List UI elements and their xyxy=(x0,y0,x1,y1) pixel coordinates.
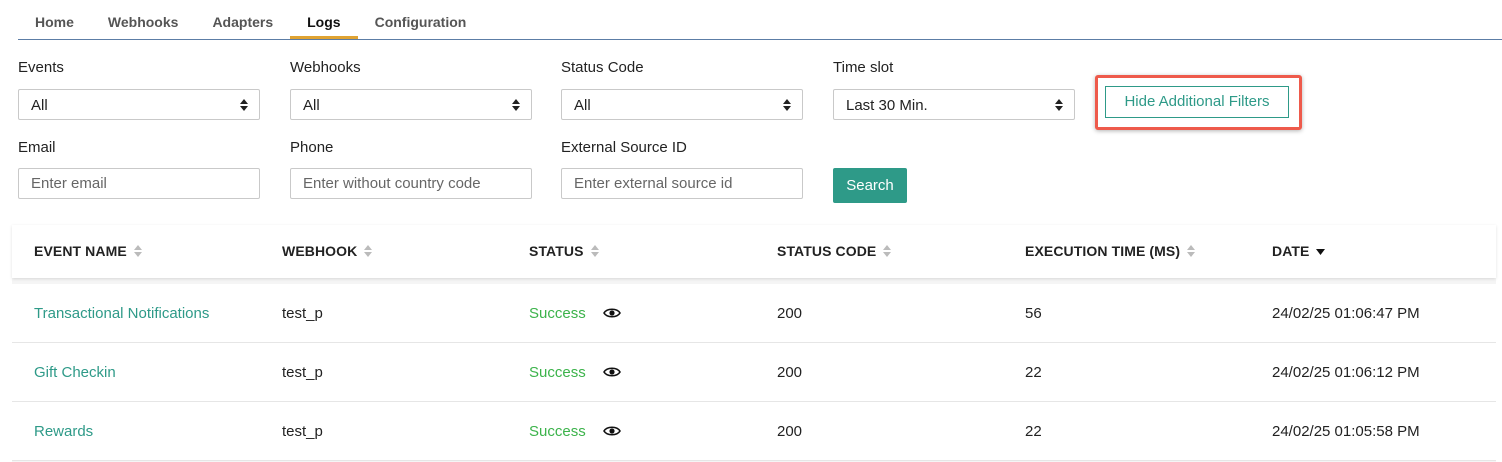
time-slot-select-value: Last 30 Min. xyxy=(846,97,928,114)
logs-table: EVENT NAME WEBHOOK STATUS STATUS CODE EX… xyxy=(12,225,1496,461)
eye-icon[interactable] xyxy=(602,425,621,437)
events-select-value: All xyxy=(31,97,48,114)
execution-time-cell: 22 xyxy=(1025,364,1042,381)
select-arrows-icon xyxy=(783,99,791,111)
execution-time-cell: 56 xyxy=(1025,305,1042,322)
date-cell: 24/02/25 01:06:12 PM xyxy=(1272,364,1420,381)
status-code-select[interactable]: All xyxy=(561,89,803,120)
column-header-webhook[interactable]: WEBHOOK xyxy=(282,225,373,278)
table-row: Gift Checkin test_p Success 200 22 24/02… xyxy=(12,343,1496,402)
status-code-select-value: All xyxy=(574,97,591,114)
tab-divider xyxy=(18,39,1502,40)
hide-additional-filters-button[interactable]: Hide Additional Filters xyxy=(1105,86,1289,118)
webhooks-select[interactable]: All xyxy=(290,89,532,120)
status-text: Success xyxy=(529,305,586,322)
status-code-cell: 200 xyxy=(777,423,803,440)
table-body: Transactional Notifications test_p Succe… xyxy=(12,284,1496,461)
external-source-id-label: External Source ID xyxy=(561,139,687,156)
event-name-link[interactable]: Transactional Notifications xyxy=(34,284,209,343)
status-cell: Success xyxy=(529,402,621,461)
hide-filters-highlight: Hide Additional Filters xyxy=(1095,75,1302,130)
column-header-event-name[interactable]: EVENT NAME xyxy=(34,225,142,278)
date-cell: 24/02/25 01:06:47 PM xyxy=(1272,305,1420,322)
status-code-cell: 200 xyxy=(777,364,803,381)
select-arrows-icon xyxy=(240,99,248,111)
sort-icon xyxy=(1187,244,1196,257)
tab-logs[interactable]: Logs xyxy=(290,0,359,39)
email-label: Email xyxy=(18,139,56,156)
status-cell: Success xyxy=(529,343,621,402)
email-input[interactable] xyxy=(18,168,260,199)
webhooks-select-value: All xyxy=(303,97,320,114)
status-code-label: Status Code xyxy=(561,59,644,76)
sort-icon xyxy=(364,244,373,257)
table-header: EVENT NAME WEBHOOK STATUS STATUS CODE EX… xyxy=(12,225,1496,278)
eye-icon[interactable] xyxy=(602,366,621,378)
event-name-link[interactable]: Gift Checkin xyxy=(34,343,116,402)
webhooks-label: Webhooks xyxy=(290,59,361,76)
phone-label: Phone xyxy=(290,139,334,156)
events-select[interactable]: All xyxy=(18,89,260,120)
date-cell: 24/02/25 01:05:58 PM xyxy=(1272,423,1420,440)
status-text: Success xyxy=(529,364,586,381)
column-header-status-code[interactable]: STATUS CODE xyxy=(777,225,892,278)
select-arrows-icon xyxy=(512,99,520,111)
column-header-execution-time[interactable]: EXECUTION TIME (MS) xyxy=(1025,225,1196,278)
webhook-cell: test_p xyxy=(282,305,323,322)
webhook-cell: test_p xyxy=(282,364,323,381)
external-source-id-input[interactable] xyxy=(561,168,803,199)
webhook-cell: test_p xyxy=(282,423,323,440)
event-name-link[interactable]: Rewards xyxy=(34,402,93,461)
sort-icon xyxy=(883,244,892,257)
tab-adapters[interactable]: Adapters xyxy=(195,0,290,39)
time-slot-select[interactable]: Last 30 Min. xyxy=(833,89,1075,120)
tab-bar: Home Webhooks Adapters Logs Configuratio… xyxy=(18,0,483,39)
time-slot-label: Time slot xyxy=(833,59,894,76)
sort-icon xyxy=(133,244,142,257)
table-row: Transactional Notifications test_p Succe… xyxy=(12,284,1496,343)
events-label: Events xyxy=(18,59,64,76)
tab-home[interactable]: Home xyxy=(18,0,91,39)
select-arrows-icon xyxy=(1055,99,1063,111)
eye-icon[interactable] xyxy=(602,307,621,319)
status-text: Success xyxy=(529,423,586,440)
status-cell: Success xyxy=(529,284,621,343)
column-header-status[interactable]: STATUS xyxy=(529,225,599,278)
phone-input[interactable] xyxy=(290,168,532,199)
sort-desc-icon xyxy=(1316,249,1326,256)
search-button[interactable]: Search xyxy=(833,168,907,203)
sort-icon xyxy=(590,244,599,257)
status-code-cell: 200 xyxy=(777,305,803,322)
execution-time-cell: 22 xyxy=(1025,423,1042,440)
tab-configuration[interactable]: Configuration xyxy=(358,0,484,39)
column-header-date[interactable]: DATE xyxy=(1272,225,1326,278)
tab-webhooks[interactable]: Webhooks xyxy=(91,0,196,39)
table-row: Rewards test_p Success 200 22 24/02/25 0… xyxy=(12,402,1496,461)
